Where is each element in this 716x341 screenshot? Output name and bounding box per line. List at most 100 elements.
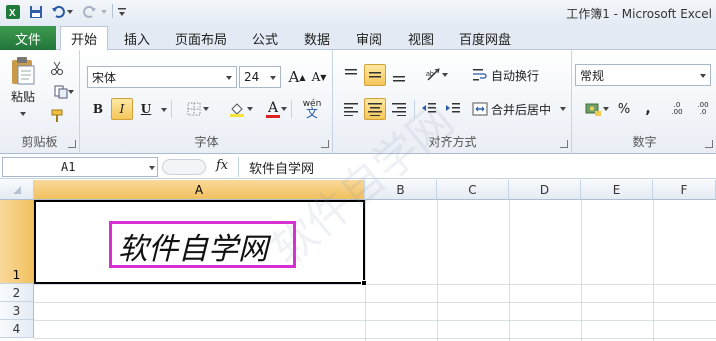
merge-center-button[interactable]: 合并后居中 xyxy=(472,98,568,120)
fill-handle[interactable] xyxy=(361,280,367,286)
tab-file[interactable]: 文件 xyxy=(0,26,56,50)
group-number: 常规 % , .0 .00 .00 .0 数字 xyxy=(573,50,716,154)
font-name-select[interactable]: 宋体 xyxy=(87,66,237,88)
increase-decimal-glyph: .0 .00 xyxy=(671,101,683,116)
font-color-glyph: A xyxy=(267,99,279,116)
underline-button[interactable]: U xyxy=(135,98,157,120)
paste-dropdown-icon[interactable] xyxy=(20,112,26,116)
undo-dropdown-icon[interactable] xyxy=(66,4,74,20)
name-box[interactable]: A1 xyxy=(2,157,158,177)
tab-insert[interactable]: 插入 xyxy=(114,26,160,50)
group-clipboard: 粘贴 剪贴板 xyxy=(0,50,80,154)
decrease-decimal-button[interactable]: .00 .0 xyxy=(691,98,715,120)
font-size-select[interactable]: 24 xyxy=(239,66,281,88)
gridline xyxy=(34,338,716,339)
name-box-dropdown-icon[interactable] xyxy=(149,166,155,170)
formula-bar-resizer[interactable] xyxy=(162,159,206,175)
number-format-select[interactable]: 常规 xyxy=(575,64,711,86)
underline-dropdown-icon[interactable] xyxy=(161,108,167,112)
excel-logo-icon[interactable]: X xyxy=(4,4,22,20)
title-bar: X 工作簿1 - Microsoft Excel xyxy=(0,0,716,26)
tab-formulas[interactable]: 公式 xyxy=(244,26,286,50)
middle-align-icon[interactable] xyxy=(364,64,386,86)
italic-button[interactable]: I xyxy=(111,98,133,120)
decrease-decimal-glyph: .00 .0 xyxy=(697,101,709,116)
wrap-text-button[interactable]: 自动换行 xyxy=(472,64,568,86)
clipboard-launcher-icon[interactable] xyxy=(68,140,76,148)
increase-indent-icon[interactable] xyxy=(442,98,464,120)
increase-decimal-button[interactable]: .0 .00 xyxy=(665,98,689,120)
borders-icon xyxy=(187,102,201,116)
tab-baidu-netdisk[interactable]: 百度网盘 xyxy=(452,26,518,50)
redo-dropdown-icon[interactable] xyxy=(100,4,108,20)
alignment-group-label: 对齐方式 xyxy=(428,135,477,149)
paste-button[interactable]: 粘贴 xyxy=(6,56,40,116)
column-header-e[interactable]: E xyxy=(581,180,653,200)
accounting-icon xyxy=(585,103,601,116)
font-separator xyxy=(171,100,172,118)
orientation-button[interactable]: ab xyxy=(418,64,450,86)
row-header-4[interactable]: 4 xyxy=(0,320,34,338)
save-icon[interactable] xyxy=(28,4,44,20)
merge-center-label: 合并后居中 xyxy=(491,102,552,117)
top-align-icon[interactable] xyxy=(340,64,362,86)
row-header-2[interactable]: 2 xyxy=(0,284,34,302)
gridline xyxy=(34,320,716,321)
redo-icon[interactable] xyxy=(82,4,98,20)
percent-style-button[interactable]: % xyxy=(613,98,635,120)
select-all-corner[interactable] xyxy=(0,180,34,200)
paste-icon xyxy=(12,57,35,85)
font-color-button[interactable]: A xyxy=(257,98,289,120)
phonetic-guide-button[interactable]: wén 文 xyxy=(295,96,329,122)
customize-icon[interactable] xyxy=(117,4,127,20)
orientation-icon: ab xyxy=(426,68,440,81)
align-right-icon[interactable] xyxy=(388,98,410,120)
bottom-align-icon[interactable] xyxy=(388,64,410,86)
tab-home[interactable]: 开始 xyxy=(60,26,108,51)
grow-font-glyph: A xyxy=(288,68,300,86)
shrink-font-glyph: A xyxy=(311,70,321,84)
column-header-f[interactable]: F xyxy=(653,180,716,200)
window-title: 工作簿1 - Microsoft Excel xyxy=(566,7,712,21)
svg-text:X: X xyxy=(9,8,16,19)
column-header-d[interactable]: D xyxy=(509,180,581,200)
font-separator-2 xyxy=(291,100,292,118)
tab-data[interactable]: 数据 xyxy=(296,26,338,50)
number-launcher-icon[interactable] xyxy=(705,140,713,148)
name-box-value: A1 xyxy=(61,160,76,174)
formula-input[interactable]: 软件自学网 xyxy=(238,157,714,177)
tab-view[interactable]: 视图 xyxy=(400,26,442,50)
cell-a1-text: 软件自学网 xyxy=(118,232,268,267)
column-header-b[interactable]: B xyxy=(365,180,437,200)
font-group-label: 字体 xyxy=(194,135,219,149)
wrap-text-label: 自动换行 xyxy=(491,68,540,83)
shrink-font-button[interactable]: A ▼ xyxy=(309,66,329,88)
merge-center-icon xyxy=(472,102,488,116)
row-header-1[interactable]: 1 xyxy=(0,200,34,284)
cut-icon[interactable] xyxy=(46,58,68,78)
alignment-launcher-icon[interactable] xyxy=(560,140,568,148)
font-color-swatch xyxy=(266,114,280,118)
borders-button[interactable] xyxy=(177,98,211,120)
bold-button[interactable]: B xyxy=(87,98,109,120)
comma-style-button[interactable]: , xyxy=(637,98,659,120)
align-separator xyxy=(414,100,415,118)
column-header-a[interactable]: A xyxy=(34,180,365,200)
copy-icon[interactable] xyxy=(46,82,76,102)
align-center-icon[interactable] xyxy=(364,98,386,120)
accounting-format-button[interactable] xyxy=(577,98,611,120)
fill-color-button[interactable] xyxy=(219,98,255,120)
fill-color-icon xyxy=(230,103,244,117)
tab-review[interactable]: 审阅 xyxy=(348,26,390,50)
grow-font-button[interactable]: A ▲ xyxy=(287,66,307,88)
align-left-icon[interactable] xyxy=(340,98,362,120)
format-painter-icon[interactable] xyxy=(46,106,68,126)
row-header-3[interactable]: 3 xyxy=(0,302,34,320)
qa-separator xyxy=(112,4,113,18)
undo-icon[interactable] xyxy=(50,4,66,20)
tab-page-layout[interactable]: 页面布局 xyxy=(168,26,234,50)
column-header-c[interactable]: C xyxy=(437,180,509,200)
decrease-indent-icon[interactable] xyxy=(418,98,440,120)
insert-function-icon[interactable]: fx xyxy=(216,158,228,173)
font-launcher-icon[interactable] xyxy=(321,140,329,148)
